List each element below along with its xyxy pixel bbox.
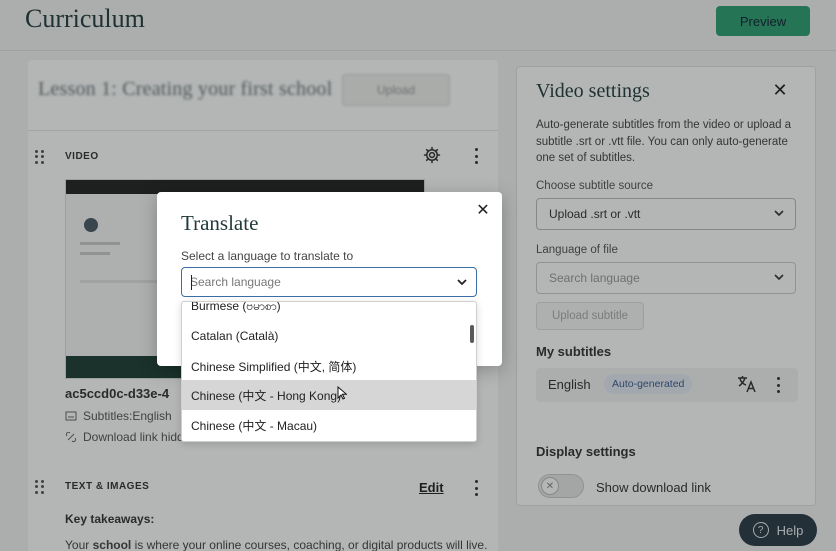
- dropdown-scrollbar[interactable]: [470, 325, 474, 343]
- language-option[interactable]: Chinese (中文 - Macau): [182, 410, 476, 440]
- language-option-hovered[interactable]: Chinese (中文 - Hong Kong): [182, 380, 476, 410]
- language-dropdown[interactable]: Burmese (ဗမာစာ) Catalan (Català) Chinese…: [181, 301, 477, 442]
- language-search-field[interactable]: [181, 267, 477, 297]
- close-icon[interactable]: ✕: [476, 203, 490, 219]
- modal-language-label: Select a language to translate to: [181, 249, 354, 263]
- language-search-input[interactable]: [190, 275, 440, 289]
- language-option[interactable]: Burmese (ဗမာစာ): [182, 302, 476, 322]
- language-option[interactable]: Catalan (Català): [182, 321, 476, 351]
- language-option[interactable]: Chinese Simplified (中文, 简体): [182, 351, 476, 381]
- mouse-cursor-icon: [337, 386, 347, 400]
- chevron-down-icon[interactable]: [456, 276, 468, 288]
- text-caret: [191, 275, 192, 290]
- modal-title: Translate: [181, 211, 259, 235]
